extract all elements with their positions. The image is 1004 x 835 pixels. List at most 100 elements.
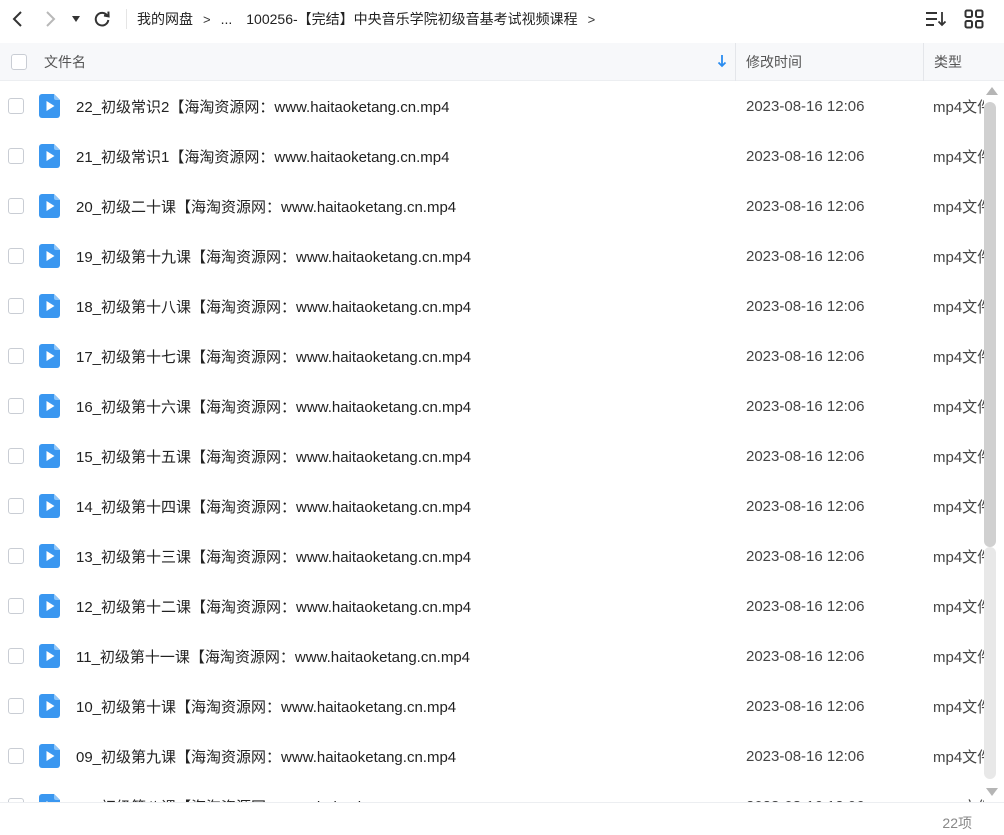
- forward-button[interactable]: [34, 3, 66, 35]
- refresh-icon: [94, 11, 110, 27]
- file-name[interactable]: 10_初级第十课【海淘资源网：www.haitaoketang.cn.mp4: [69, 696, 735, 717]
- column-header-type-label: 类型: [934, 53, 962, 70]
- file-type: mp4文件: [933, 98, 984, 116]
- breadcrumb-separator-icon: >: [203, 11, 211, 27]
- file-list-header: 文件名 修改时间 类型: [0, 42, 1004, 81]
- scroll-up-arrow-icon[interactable]: [986, 87, 998, 95]
- file-row[interactable]: 11_初级第十一课【海淘资源网：www.haitaoketang.cn.mp4 2…: [0, 631, 984, 681]
- file-type: mp4文件: [933, 698, 984, 716]
- row-checkbox-cell: [0, 448, 31, 464]
- file-type: mp4文件: [933, 398, 984, 416]
- row-checkbox[interactable]: [7, 148, 24, 164]
- row-checkbox-cell: [0, 198, 31, 214]
- file-name[interactable]: 13_初级第十三课【海淘资源网：www.haitaoketang.cn.mp4: [69, 546, 735, 567]
- file-name[interactable]: 09_初级第九课【海淘资源网：www.haitaoketang.cn.mp4: [69, 746, 735, 767]
- back-button[interactable]: [2, 3, 34, 35]
- file-row[interactable]: 12_初级第十二课【海淘资源网：www.haitaoketang.cn.mp4 2…: [0, 581, 984, 631]
- grid-view-button[interactable]: [962, 7, 986, 31]
- column-header-name[interactable]: 文件名: [38, 43, 735, 81]
- file-name[interactable]: 16_初级第十六课【海淘资源网：www.haitaoketang.cn.mp4: [69, 396, 735, 417]
- file-name[interactable]: 14_初级第十四课【海淘资源网：www.haitaoketang.cn.mp4: [69, 496, 735, 517]
- file-name[interactable]: 11_初级第十一课【海淘资源网：www.haitaoketang.cn.mp4: [69, 646, 735, 667]
- file-name[interactable]: 15_初级第十五课【海淘资源网：www.haitaoketang.cn.mp4: [69, 446, 735, 467]
- row-checkbox[interactable]: [7, 698, 24, 714]
- caret-down-icon: [72, 16, 80, 22]
- row-checkbox-cell: [0, 398, 31, 414]
- file-row[interactable]: 16_初级第十六课【海淘资源网：www.haitaoketang.cn.mp4 2…: [0, 381, 984, 431]
- video-file-icon: [31, 94, 69, 118]
- sort-list-button[interactable]: [924, 7, 948, 31]
- file-modified-time: 2023-08-16 12:06: [746, 447, 865, 465]
- file-modified-time: 2023-08-16 12:06: [746, 197, 865, 215]
- column-header-name-label: 文件名: [44, 53, 86, 70]
- file-list: 22_初级常识2【海淘资源网：www.haitaoketang.cn.mp4 20…: [0, 81, 984, 802]
- row-checkbox[interactable]: [7, 248, 24, 264]
- select-all-cell: [0, 43, 38, 81]
- file-row[interactable]: 10_初级第十课【海淘资源网：www.haitaoketang.cn.mp4 20…: [0, 681, 984, 731]
- file-name[interactable]: 21_初级常识1【海淘资源网：www.haitaoketang.cn.mp4: [69, 146, 735, 167]
- vertical-scrollbar[interactable]: [984, 81, 1000, 802]
- breadcrumb-item-current[interactable]: 100256-【完结】中央音乐学院初级音基考试视频课程: [236, 9, 581, 29]
- row-checkbox-cell: [0, 598, 31, 614]
- file-type: mp4文件: [933, 248, 984, 266]
- row-checkbox[interactable]: [7, 348, 24, 364]
- file-name[interactable]: 22_初级常识2【海淘资源网：www.haitaoketang.cn.mp4: [69, 96, 735, 117]
- file-row[interactable]: 13_初级第十三课【海淘资源网：www.haitaoketang.cn.mp4 2…: [0, 531, 984, 581]
- row-checkbox[interactable]: [7, 298, 24, 314]
- breadcrumb-item-ellipsis[interactable]: ...: [217, 11, 237, 27]
- file-name[interactable]: 12_初级第十二课【海淘资源网：www.haitaoketang.cn.mp4: [69, 596, 735, 617]
- file-name[interactable]: 18_初级第十八课【海淘资源网：www.haitaoketang.cn.mp4: [69, 296, 735, 317]
- file-row[interactable]: 22_初级常识2【海淘资源网：www.haitaoketang.cn.mp4 20…: [0, 81, 984, 131]
- scrollbar-track[interactable]: [984, 547, 996, 779]
- file-row[interactable]: 18_初级第十八课【海淘资源网：www.haitaoketang.cn.mp4 2…: [0, 281, 984, 331]
- file-modified-time: 2023-08-16 12:06: [746, 697, 865, 715]
- row-checkbox[interactable]: [7, 648, 24, 664]
- file-modified-time: 2023-08-16 12:06: [746, 647, 865, 665]
- breadcrumb-item-root[interactable]: 我的网盘: [133, 9, 197, 29]
- column-header-time-label: 修改时间: [746, 53, 802, 70]
- column-header-type[interactable]: 类型: [923, 42, 1003, 81]
- file-row[interactable]: 21_初级常识1【海淘资源网：www.haitaoketang.cn.mp4 20…: [0, 131, 984, 181]
- row-checkbox[interactable]: [7, 498, 24, 514]
- sort-down-arrow-icon[interactable]: [717, 54, 727, 71]
- file-modified-time: 2023-08-16 12:06: [746, 597, 865, 615]
- file-row[interactable]: 08_初级第八课【海淘资源网：www.haitaoketang.cn.mp420…: [0, 781, 984, 802]
- row-checkbox-cell: [0, 498, 31, 514]
- row-checkbox[interactable]: [7, 748, 24, 764]
- file-name[interactable]: 19_初级第十九课【海淘资源网：www.haitaoketang.cn.mp4: [69, 246, 735, 267]
- scrollbar-thumb[interactable]: [984, 102, 996, 547]
- column-header-time[interactable]: 修改时间: [735, 42, 923, 81]
- row-checkbox-cell: [0, 548, 31, 564]
- select-all-checkbox[interactable]: [11, 53, 27, 70]
- scroll-down-arrow-icon[interactable]: [986, 788, 998, 796]
- row-checkbox-cell: [0, 148, 31, 164]
- file-name[interactable]: 17_初级第十七课【海淘资源网：www.haitaoketang.cn.mp4: [69, 346, 735, 367]
- sort-list-icon: [926, 12, 947, 27]
- file-type: mp4文件: [933, 148, 984, 166]
- file-row[interactable]: 20_初级二十课【海淘资源网：www.haitaoketang.cn.mp4 20…: [0, 181, 984, 231]
- file-modified-time: 2023-08-16 12:06: [746, 547, 865, 565]
- row-checkbox[interactable]: [7, 548, 24, 564]
- file-row[interactable]: 19_初级第十九课【海淘资源网：www.haitaoketang.cn.mp4 2…: [0, 231, 984, 281]
- row-checkbox[interactable]: [7, 198, 24, 214]
- row-checkbox-cell: [0, 648, 31, 664]
- file-row[interactable]: 15_初级第十五课【海淘资源网：www.haitaoketang.cn.mp4 2…: [0, 431, 984, 481]
- file-type: mp4文件: [933, 298, 984, 316]
- file-type: mp4文件: [933, 448, 984, 466]
- file-row[interactable]: 17_初级第十七课【海淘资源网：www.haitaoketang.cn.mp4 2…: [0, 331, 984, 381]
- row-checkbox[interactable]: [7, 98, 24, 114]
- row-checkbox[interactable]: [7, 448, 24, 464]
- history-dropdown-button[interactable]: [66, 3, 86, 35]
- file-row[interactable]: 09_初级第九课【海淘资源网：www.haitaoketang.cn.mp4 20…: [0, 731, 984, 781]
- row-checkbox[interactable]: [7, 598, 24, 614]
- row-checkbox[interactable]: [7, 398, 24, 414]
- file-modified-time: 2023-08-16 12:06: [746, 747, 865, 765]
- video-file-icon: [31, 194, 69, 218]
- file-type: mp4文件: [933, 198, 984, 216]
- file-row[interactable]: 14_初级第十四课【海淘资源网：www.haitaoketang.cn.mp4 2…: [0, 481, 984, 531]
- status-bar: 22项: [0, 802, 1004, 835]
- video-file-icon: [31, 294, 69, 318]
- refresh-button[interactable]: [86, 3, 118, 35]
- file-name[interactable]: 20_初级二十课【海淘资源网：www.haitaoketang.cn.mp4: [69, 196, 735, 217]
- video-file-icon: [31, 444, 69, 468]
